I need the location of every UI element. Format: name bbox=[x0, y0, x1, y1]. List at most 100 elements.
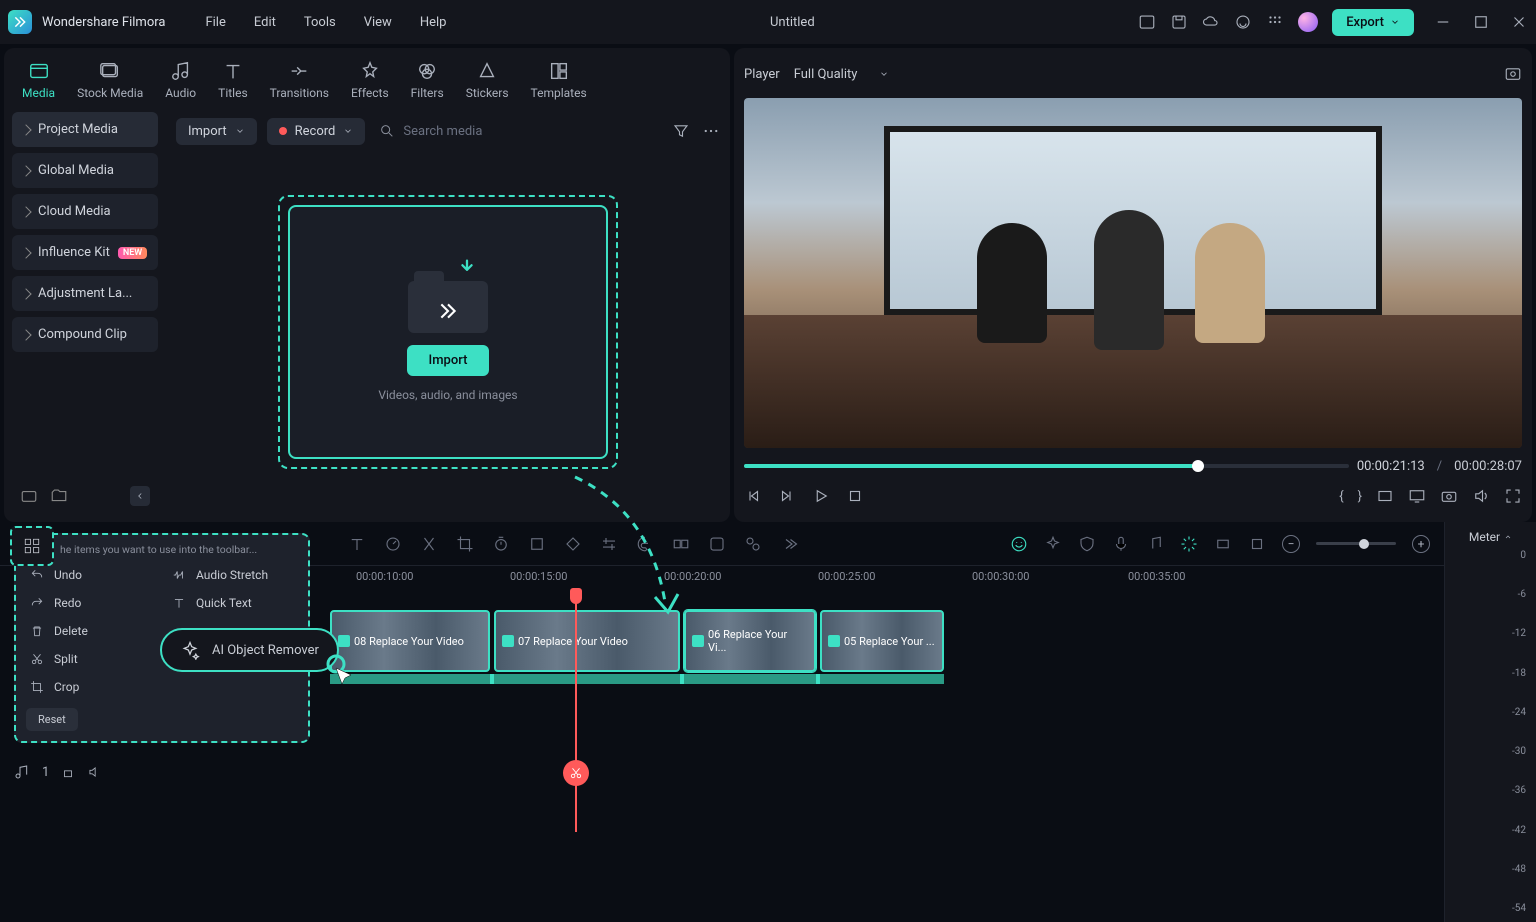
tab-audio[interactable]: Audio bbox=[155, 56, 206, 104]
zoom-in-button[interactable]: + bbox=[1412, 535, 1430, 553]
duration-tool-icon[interactable] bbox=[492, 535, 510, 553]
zoom-out-button[interactable]: − bbox=[1282, 535, 1300, 553]
timeline-ruler[interactable]: 00:00:10:00 00:00:15:00 00:00:20:00 00:0… bbox=[166, 566, 1444, 592]
more-tools-icon[interactable] bbox=[780, 535, 798, 553]
next-frame-icon[interactable] bbox=[778, 487, 796, 505]
folder-graphic bbox=[408, 263, 488, 333]
filter-icon[interactable] bbox=[672, 122, 690, 140]
import-dropdown[interactable]: Import bbox=[176, 118, 257, 145]
crop-tool-icon[interactable] bbox=[456, 535, 474, 553]
stop-icon[interactable] bbox=[846, 487, 864, 505]
tab-stickers[interactable]: Stickers bbox=[456, 56, 519, 104]
timeline-clip[interactable]: 07 Replace Your Video bbox=[494, 610, 680, 672]
toolbox-delete[interactable]: Delete bbox=[26, 618, 156, 644]
save-icon[interactable] bbox=[1170, 13, 1188, 31]
tab-templates[interactable]: Templates bbox=[521, 56, 597, 104]
audio-track-icon[interactable] bbox=[14, 764, 30, 780]
toolbox-reset-button[interactable]: Reset bbox=[26, 708, 78, 731]
menu-tools[interactable]: Tools bbox=[304, 15, 336, 30]
timeline-clip[interactable]: 06 Replace Your Vi... bbox=[684, 610, 816, 672]
search-input[interactable] bbox=[403, 124, 553, 139]
brace-open[interactable]: { bbox=[1339, 489, 1343, 504]
marker-icon[interactable] bbox=[1248, 535, 1266, 553]
maximize-icon[interactable] bbox=[1472, 13, 1490, 31]
timeline-clip[interactable]: 08 Replace Your Video bbox=[330, 610, 490, 672]
ai-tool-icon[interactable] bbox=[708, 535, 726, 553]
toolbox-quick-text[interactable]: Quick Text bbox=[168, 590, 298, 616]
group-tool-icon[interactable] bbox=[672, 535, 690, 553]
support-icon[interactable] bbox=[1234, 13, 1252, 31]
mute-icon[interactable] bbox=[87, 765, 101, 779]
keyframe-tool-icon[interactable] bbox=[564, 535, 582, 553]
menu-file[interactable]: File bbox=[205, 15, 225, 30]
sidebar-item-global-media[interactable]: Global Media bbox=[12, 153, 158, 188]
ai-object-remover-callout[interactable]: AI Object Remover bbox=[160, 628, 339, 672]
speed-tool-icon[interactable] bbox=[384, 535, 402, 553]
brace-close[interactable]: } bbox=[1358, 489, 1362, 504]
tab-media[interactable]: Media bbox=[12, 56, 65, 104]
snapshot-icon[interactable] bbox=[1504, 65, 1522, 83]
scrub-bar[interactable] bbox=[744, 464, 1349, 468]
sidebar-item-adjustment-layer[interactable]: Adjustment La... bbox=[12, 276, 158, 311]
toolbox-crop[interactable]: Crop bbox=[26, 674, 156, 700]
trim-tool-icon[interactable] bbox=[420, 535, 438, 553]
menu-view[interactable]: View bbox=[364, 15, 392, 30]
sidebar-item-project-media[interactable]: Project Media bbox=[12, 112, 158, 147]
record-dropdown[interactable]: Record bbox=[267, 118, 366, 145]
timeline-clip[interactable]: 05 Replace Your ... bbox=[820, 610, 944, 672]
zoom-slider[interactable] bbox=[1316, 542, 1396, 545]
mic-icon[interactable] bbox=[1112, 535, 1130, 553]
sparkle-icon[interactable] bbox=[1044, 535, 1062, 553]
smiley-icon[interactable] bbox=[1010, 535, 1028, 553]
adjust-tool-icon[interactable] bbox=[600, 535, 618, 553]
sidebar-item-cloud-media[interactable]: Cloud Media bbox=[12, 194, 158, 229]
prev-frame-icon[interactable] bbox=[744, 487, 762, 505]
cut-badge-icon[interactable] bbox=[563, 760, 589, 786]
auto-tool-icon[interactable] bbox=[744, 535, 762, 553]
fullscreen-icon[interactable] bbox=[1504, 487, 1522, 505]
close-icon[interactable] bbox=[1510, 13, 1528, 31]
magic-cut-icon[interactable] bbox=[1180, 535, 1198, 553]
ratio-icon[interactable] bbox=[1376, 487, 1394, 505]
play-icon[interactable] bbox=[812, 487, 830, 505]
mask-tool-icon[interactable] bbox=[528, 535, 546, 553]
menu-help[interactable]: Help bbox=[420, 15, 447, 30]
sidebar-item-compound-clip[interactable]: Compound Clip bbox=[12, 317, 158, 352]
import-button[interactable]: Import bbox=[407, 345, 490, 376]
tab-titles[interactable]: Titles bbox=[208, 56, 257, 104]
music-icon[interactable] bbox=[1146, 535, 1164, 553]
tab-filters[interactable]: Filters bbox=[401, 56, 454, 104]
camera-icon[interactable] bbox=[1440, 487, 1458, 505]
text-tool-icon[interactable] bbox=[348, 535, 366, 553]
cloud-icon[interactable] bbox=[1202, 13, 1220, 31]
collapse-sidebar-button[interactable] bbox=[130, 486, 150, 506]
folder-icon[interactable] bbox=[50, 487, 68, 505]
lock-icon[interactable] bbox=[61, 765, 75, 779]
time-current: 00:00:21:13 bbox=[1357, 459, 1425, 474]
toolbox-split[interactable]: Split bbox=[26, 646, 156, 672]
layout-icon[interactable] bbox=[1138, 13, 1156, 31]
playhead[interactable] bbox=[575, 592, 577, 832]
toolbox-redo[interactable]: Redo bbox=[26, 590, 156, 616]
layers-icon[interactable] bbox=[1214, 535, 1232, 553]
import-drop-zone[interactable]: Import Videos, audio, and images bbox=[176, 150, 720, 514]
shield-icon[interactable] bbox=[1078, 535, 1096, 553]
menu-edit[interactable]: Edit bbox=[254, 15, 276, 30]
more-icon[interactable] bbox=[702, 122, 720, 140]
search-icon bbox=[379, 123, 395, 139]
tab-effects[interactable]: Effects bbox=[341, 56, 399, 104]
tab-stock-media[interactable]: Stock Media bbox=[67, 56, 153, 104]
color-tool-icon[interactable] bbox=[636, 535, 654, 553]
display-icon[interactable] bbox=[1408, 487, 1426, 505]
avatar[interactable] bbox=[1298, 12, 1318, 32]
apps-icon[interactable] bbox=[1266, 13, 1284, 31]
quality-select[interactable]: Full Quality bbox=[794, 67, 890, 82]
tab-transitions[interactable]: Transitions bbox=[260, 56, 339, 104]
minimize-icon[interactable] bbox=[1434, 13, 1452, 31]
toolbox-button-highlight[interactable] bbox=[10, 526, 54, 566]
toolbox-audio-stretch[interactable]: Audio Stretch bbox=[168, 562, 298, 588]
volume-icon[interactable] bbox=[1472, 487, 1490, 505]
new-folder-icon[interactable] bbox=[20, 487, 38, 505]
export-button[interactable]: Export bbox=[1332, 9, 1414, 36]
sidebar-item-influence-kit[interactable]: Influence KitNEW bbox=[12, 235, 158, 270]
